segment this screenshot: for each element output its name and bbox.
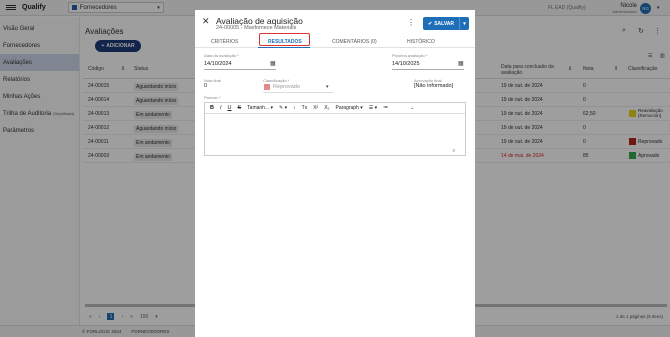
line-height-icon[interactable]: ↕: [293, 105, 296, 111]
parecer-label: Parecer *: [204, 95, 221, 100]
align-icon[interactable]: ☰ ▾: [369, 105, 377, 111]
proxima-avaliacao-label: Próxima avaliação *: [392, 53, 428, 58]
classificacao-label: Classificação *: [263, 78, 290, 83]
class-swatch: [264, 84, 270, 90]
underline-icon[interactable]: U: [228, 105, 232, 111]
superscript-icon[interactable]: X²: [313, 105, 318, 111]
bold-icon[interactable]: B: [210, 105, 214, 111]
field-underline: [392, 69, 464, 70]
save-dropdown-icon[interactable]: ▾: [460, 21, 469, 27]
data-avaliacao-label: Data da avaliação *: [204, 53, 239, 58]
modal-subtitle: 24-00005 - Maxfomece Materials: [216, 25, 297, 31]
highlight-color-icon[interactable]: ✎ ▾: [279, 105, 287, 111]
char-count: 0: [452, 148, 455, 153]
paragraph-select[interactable]: Paragraph ▾: [335, 105, 362, 111]
tab-historico[interactable]: HISTÓRICO: [407, 39, 435, 45]
chevron-down-icon[interactable]: ▾: [326, 84, 329, 90]
calendar-icon[interactable]: ▦: [458, 60, 464, 67]
italic-icon[interactable]: I: [220, 105, 222, 111]
tab-highlight-annotation: [259, 33, 310, 46]
calendar-icon[interactable]: ▦: [270, 60, 276, 67]
field-underline: [204, 69, 276, 70]
proxima-avaliacao-input[interactable]: 14/10/2025: [392, 61, 420, 67]
save-button-main[interactable]: ✔ SALVAR: [423, 17, 460, 30]
text-height-icon[interactable]: Tx: [302, 105, 308, 111]
close-icon[interactable]: ✕: [202, 16, 210, 27]
strikethrough-icon[interactable]: S: [238, 105, 242, 111]
toolbar-more-icon[interactable]: ⌄: [410, 105, 414, 111]
data-avaliacao-input[interactable]: 14/10/2024: [204, 61, 232, 67]
editor-toolbar: B I U S Tamanh... ▾ ✎ ▾ ↕ Tx X² X₂ Parag…: [205, 103, 465, 114]
save-button[interactable]: ✔ SALVAR ▾: [423, 17, 469, 30]
parecer-editor[interactable]: B I U S Tamanh... ▾ ✎ ▾ ↕ Tx X² X₂ Parag…: [204, 102, 466, 156]
aprovacao-final-value: [Não informado]: [414, 83, 454, 89]
classificacao-select[interactable]: Reprovado: [264, 84, 300, 90]
nota-final-value: 0: [204, 83, 208, 89]
save-label: SALVAR: [434, 20, 455, 27]
active-tab-indicator: [258, 47, 310, 48]
paragraph-label: Paragraph: [335, 105, 359, 111]
modal-tabs: CRITÉRIOS RESULTADOS COMENTÁRIOS (0) HIS…: [195, 36, 475, 48]
classificacao-value: Reprovado: [273, 84, 300, 90]
evaluation-modal: ✕ Avaliação de aquisição 24-00005 - Maxf…: [195, 10, 475, 337]
field-underline: [263, 92, 333, 93]
font-size-select[interactable]: Tamanh... ▾: [247, 105, 273, 111]
check-icon: ✔: [427, 20, 433, 27]
more-options-icon[interactable]: ⋮: [407, 18, 415, 27]
tab-comentarios[interactable]: COMENTÁRIOS (0): [332, 39, 377, 45]
subscript-icon[interactable]: X₂: [324, 105, 329, 111]
tab-criterios[interactable]: CRITÉRIOS: [211, 39, 238, 45]
list-icon[interactable]: ≔: [383, 105, 388, 111]
font-size-label: Tamanh...: [247, 105, 270, 111]
